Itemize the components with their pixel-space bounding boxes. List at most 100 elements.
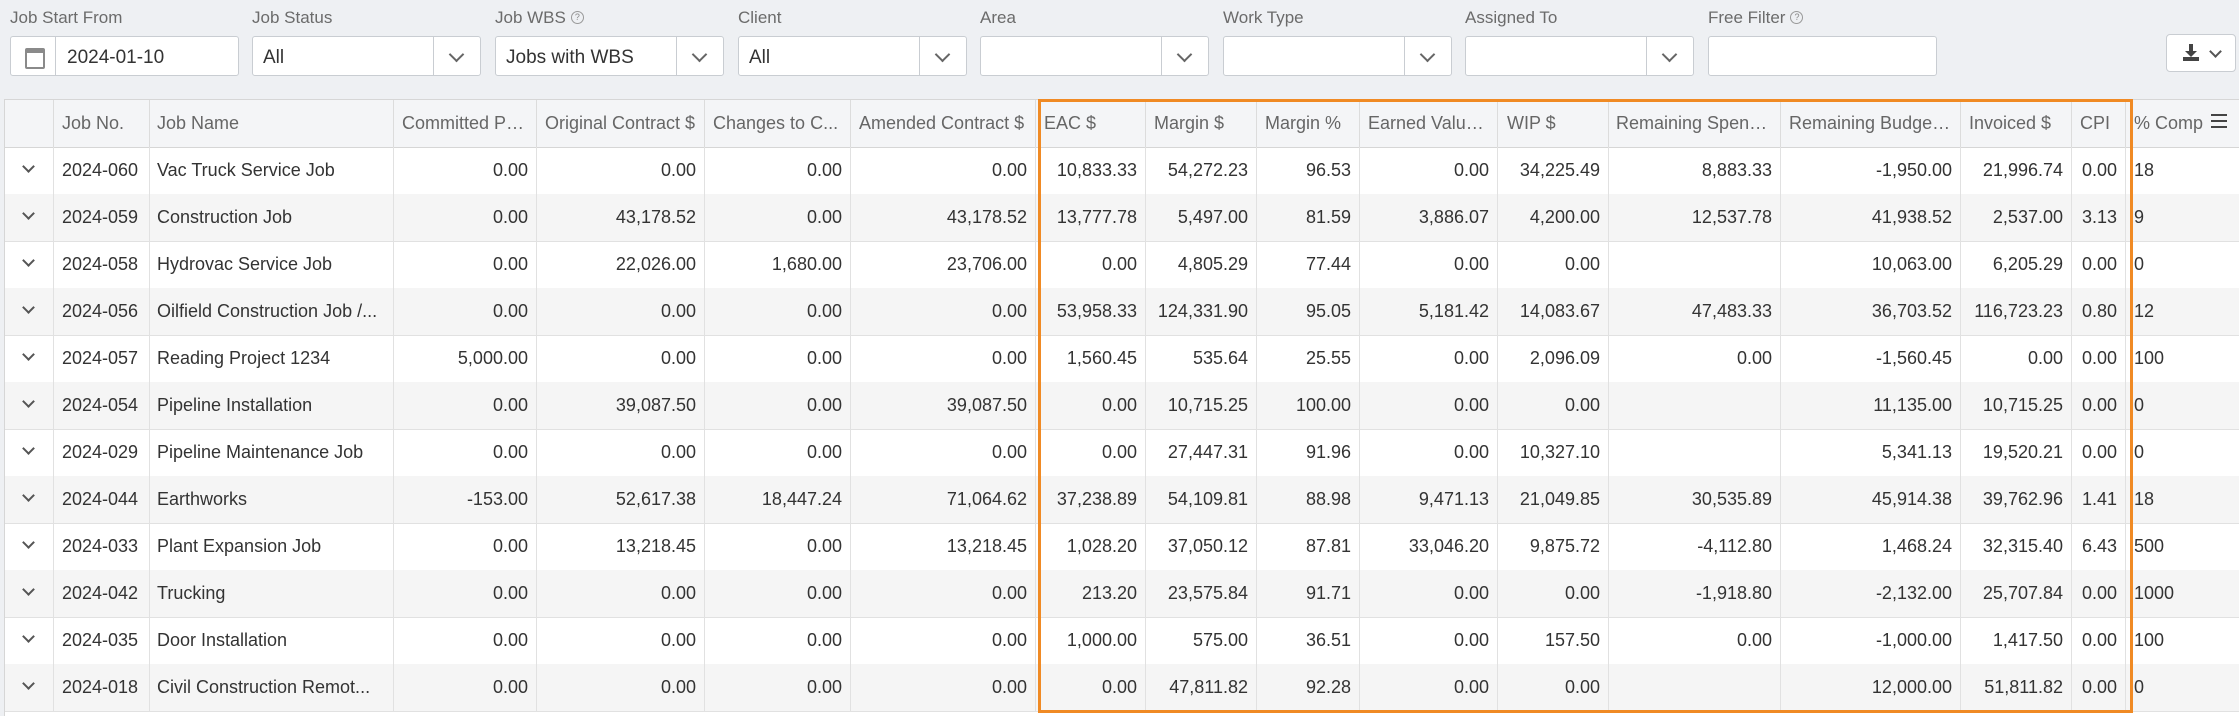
cell-changes-to-c: 0.00: [705, 147, 851, 194]
column-header-job-name[interactable]: Job Name: [149, 100, 394, 147]
help-circle-icon[interactable]: ?: [570, 11, 584, 24]
chevron-down-icon[interactable]: [14, 441, 42, 463]
chevron-down-icon[interactable]: [14, 253, 42, 275]
column-header-remaining-spend[interactable]: Remaining Spend $: [1608, 100, 1781, 147]
chevron-down-icon[interactable]: [14, 159, 42, 181]
chevron-down-icon[interactable]: [919, 37, 966, 75]
column-header-eac[interactable]: EAC $: [1036, 100, 1146, 147]
chevron-down-icon[interactable]: [1161, 37, 1208, 75]
cell-committed-po: 0.00: [394, 241, 537, 288]
row-expand-cell[interactable]: [5, 523, 54, 570]
cell-remaining-spend: [1608, 241, 1781, 288]
export-button[interactable]: [2166, 34, 2236, 72]
table-row[interactable]: 2024-058 Hydrovac Service Job 0.00 22,026.0…: [5, 241, 2239, 289]
table-row[interactable]: 2024-057 Reading Project 1234 5,000.00 0.00…: [5, 335, 2239, 383]
row-expand-cell[interactable]: [5, 382, 54, 429]
cell-margin: 27,447.31: [1146, 429, 1257, 476]
cell-remaining-budget: 12,000.00: [1781, 664, 1961, 711]
cell-margin: 25.55: [1257, 335, 1360, 382]
cell-comp: 0: [2126, 241, 2239, 288]
table-row[interactable]: 2024-056 Oilfield Construction Job /... 0.…: [5, 288, 2239, 336]
row-expand-cell[interactable]: [5, 147, 54, 194]
job-wbs-select[interactable]: Jobs with WBS: [495, 36, 724, 76]
table-row[interactable]: 2024-018 Civil Construction Remot... 0.00 0…: [5, 664, 2239, 712]
client-select[interactable]: All: [738, 36, 967, 76]
client-value[interactable]: All: [749, 47, 770, 69]
assigned-to-select[interactable]: [1465, 36, 1694, 76]
chevron-down-icon[interactable]: [14, 629, 42, 651]
cell-eac: 10,833.33: [1036, 147, 1146, 194]
job-wbs-value[interactable]: Jobs with WBS: [506, 47, 634, 69]
column-header-changes-to-c[interactable]: Changes to C...: [705, 100, 851, 147]
column-header-wip[interactable]: WIP $: [1499, 100, 1609, 147]
cell-invoiced: 51,811.82: [1961, 664, 2072, 711]
column-header-committed-po[interactable]: Committed PO$: [394, 100, 537, 147]
chevron-down-icon[interactable]: [676, 37, 723, 75]
job-start-from-date-picker[interactable]: 2024-01-10: [10, 36, 239, 76]
chevron-down-icon[interactable]: [433, 37, 480, 75]
cell-job-no: 2024-060: [54, 147, 150, 194]
column-header-earned-value[interactable]: Earned Value $: [1360, 100, 1498, 147]
help-circle-icon[interactable]: ?: [1790, 11, 1804, 24]
free-filter-input[interactable]: [1708, 36, 1937, 76]
table-row[interactable]: 2024-054 Pipeline Installation 0.00 39,087.…: [5, 382, 2239, 430]
row-expand-cell[interactable]: [5, 570, 54, 617]
column-header-amended-contract[interactable]: Amended Contract $: [851, 100, 1036, 147]
cell-margin: 4,805.29: [1146, 241, 1257, 288]
cell-margin: 124,331.90: [1146, 288, 1257, 335]
cell-margin: 23,575.84: [1146, 570, 1257, 617]
row-expand-cell[interactable]: [5, 664, 54, 711]
chevron-down-icon[interactable]: [14, 488, 42, 510]
cell-eac: 1,000.00: [1036, 617, 1146, 664]
table-row[interactable]: 2024-029 Pipeline Maintenance Job 0.00 0.00…: [5, 429, 2239, 477]
row-expand-cell[interactable]: [5, 194, 54, 241]
cell-invoiced: 6,205.29: [1961, 241, 2072, 288]
column-header-remaining-budget[interactable]: Remaining Budget $: [1781, 100, 1961, 147]
table-row[interactable]: 2024-035 Door Installation 0.00 0.00 0.00 0.0…: [5, 617, 2239, 665]
chevron-down-icon[interactable]: [1404, 37, 1451, 75]
column-header-invoiced[interactable]: Invoiced $: [1961, 100, 2072, 147]
column-header-original-contract[interactable]: Original Contract $: [537, 100, 705, 147]
table-row[interactable]: 2024-059 Construction Job 0.00 43,178.52 0.0…: [5, 194, 2239, 242]
column-header-cpi[interactable]: CPI: [2072, 100, 2126, 147]
column-header-margin[interactable]: Margin $: [1146, 100, 1257, 147]
chevron-down-icon[interactable]: [1646, 37, 1693, 75]
table-row[interactable]: 2024-060 Vac Truck Service Job 0.00 0.00 0.0…: [5, 147, 2239, 195]
row-expand-cell[interactable]: [5, 617, 54, 664]
chevron-down-icon[interactable]: [14, 582, 42, 604]
chevron-down-icon[interactable]: [14, 347, 42, 369]
row-expand-cell[interactable]: [5, 476, 54, 523]
chevron-down-icon[interactable]: [14, 394, 42, 416]
column-header-job-no[interactable]: Job No.: [54, 100, 150, 147]
column-header-margin[interactable]: Margin %: [1257, 100, 1360, 147]
cell-original-contract: 0.00: [537, 288, 705, 335]
cell-invoiced: 0.00: [1961, 335, 2072, 382]
cell-job-name: Oilfield Construction Job /...: [149, 288, 394, 335]
table-row[interactable]: 2024-042 Trucking 0.00 0.00 0.00 0.00 213.20 23…: [5, 570, 2239, 618]
table-row[interactable]: 2024-033 Plant Expansion Job 0.00 13,218.45…: [5, 523, 2239, 571]
cell-remaining-spend: 47,483.33: [1608, 288, 1781, 335]
row-expand-cell[interactable]: [5, 335, 54, 382]
job-start-from-value[interactable]: 2024-01-10: [67, 47, 164, 69]
table-row[interactable]: 2024-044 Earthworks -153.00 52,617.38 18,447…: [5, 476, 2239, 524]
chevron-down-icon[interactable]: [14, 676, 42, 698]
row-expand-cell[interactable]: [5, 241, 54, 288]
cell-margin: 535.64: [1146, 335, 1257, 382]
cell-remaining-budget: 5,341.13: [1781, 429, 1961, 476]
cell-remaining-spend: 0.00: [1608, 617, 1781, 664]
row-expand-cell[interactable]: [5, 288, 54, 335]
chevron-down-icon[interactable]: [14, 300, 42, 322]
chevron-down-icon[interactable]: [14, 535, 42, 557]
job-status-value[interactable]: All: [263, 47, 284, 69]
column-header-comp[interactable]: % Comp: [2126, 100, 2239, 147]
calendar-icon[interactable]: [11, 37, 56, 75]
cell-remaining-spend: 0.00: [1608, 335, 1781, 382]
chevron-down-icon[interactable]: [14, 206, 42, 228]
work-type-select[interactable]: [1223, 36, 1452, 76]
row-expand-cell[interactable]: [5, 429, 54, 476]
job-status-select[interactable]: All: [252, 36, 481, 76]
cell-cpi: 1.41: [2072, 476, 2126, 523]
cell-invoiced: 39,762.96: [1961, 476, 2072, 523]
area-select[interactable]: [980, 36, 1209, 76]
cell-invoiced: 116,723.23: [1961, 288, 2072, 335]
